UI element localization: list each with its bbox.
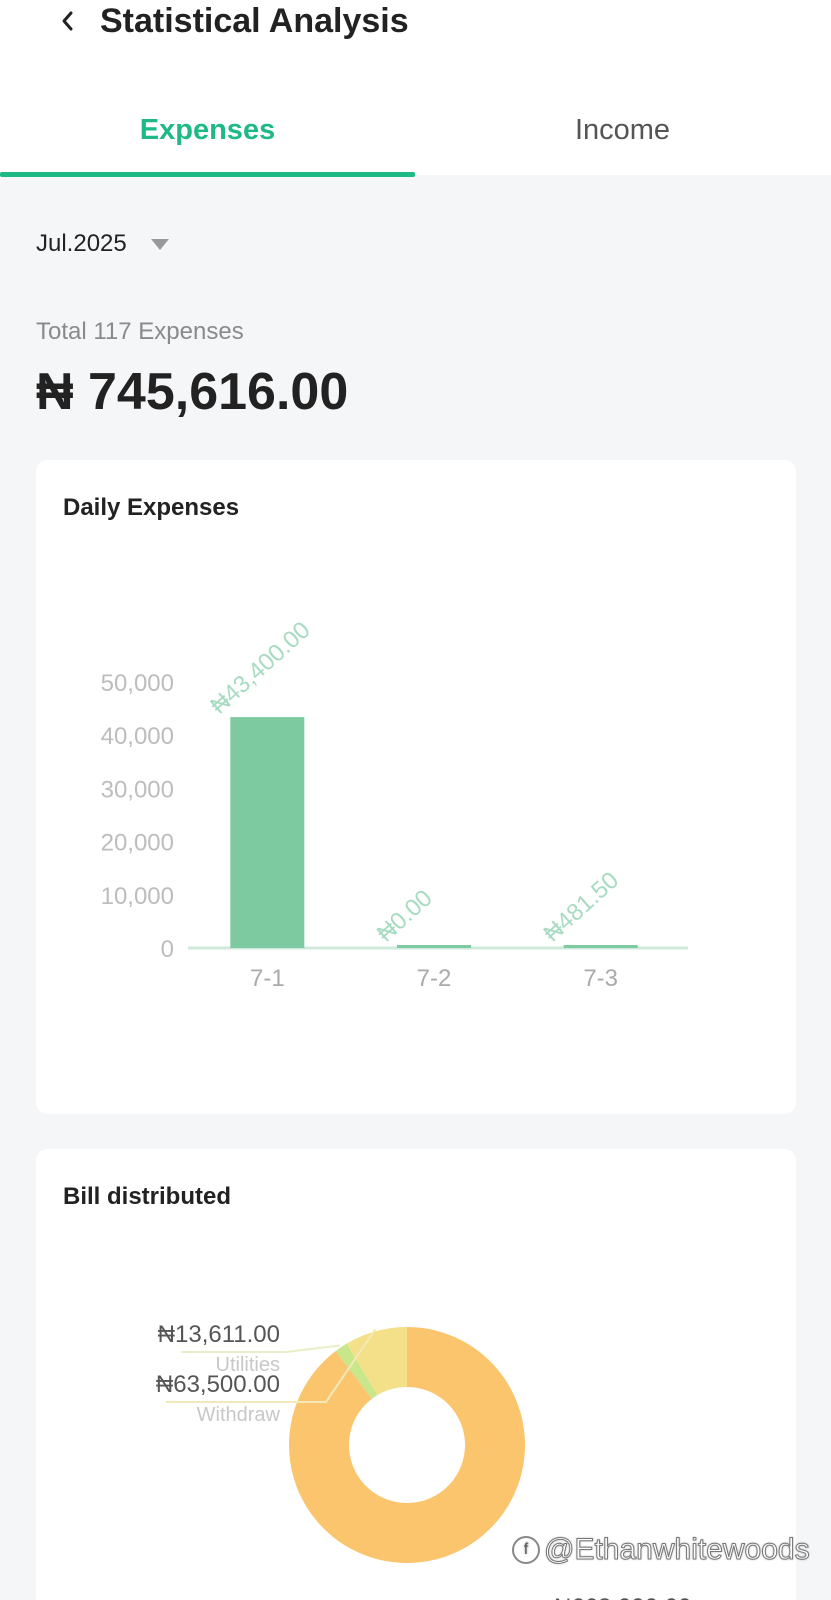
y-tick-label: 30,000 bbox=[101, 776, 174, 803]
bar-value-label: ₦0.00 bbox=[372, 885, 438, 948]
daily-expenses-chart: 50,000 40,000 30,000 20,000 10,000 0 7-1 ₦43,40… bbox=[101, 616, 688, 992]
bar-value-label: ₦43,400.00 bbox=[205, 616, 315, 719]
dropdown-arrow-icon bbox=[150, 238, 169, 250]
back-arrow-icon[interactable] bbox=[56, 2, 80, 38]
slice-name-label: Withdraw bbox=[197, 1404, 281, 1426]
watermark: f @Ethanwhitewoods bbox=[512, 1533, 810, 1567]
bar-7-2[interactable] bbox=[397, 945, 471, 948]
y-tick-label: 0 bbox=[161, 936, 174, 963]
tab-income[interactable]: Income bbox=[415, 108, 830, 152]
y-tick-label: 50,000 bbox=[101, 670, 174, 697]
month-selector[interactable]: Jul.2025 bbox=[36, 230, 169, 258]
active-tab-indicator bbox=[0, 172, 415, 177]
y-tick-label: 10,000 bbox=[101, 883, 174, 910]
slice-value-label: ₦63,500.00 bbox=[156, 1371, 280, 1398]
total-amount: ₦ 745,616.00 bbox=[36, 363, 349, 421]
bar-7-3[interactable] bbox=[563, 945, 638, 948]
x-tick-label: 7-2 bbox=[417, 965, 452, 992]
month-label: Jul.2025 bbox=[36, 230, 127, 257]
app-header: Statistical Analysis Expenses Income bbox=[0, 0, 831, 177]
slice-value-label: ₦668,090.00 bbox=[554, 1594, 691, 1600]
x-tick-label: 7-1 bbox=[250, 965, 285, 992]
total-count-label: Total 117 Expenses bbox=[36, 318, 244, 345]
tab-expenses[interactable]: Expenses bbox=[0, 108, 415, 152]
bar-value-label: ₦481.50 bbox=[539, 867, 625, 948]
y-tick-label: 40,000 bbox=[101, 723, 174, 750]
slice-value-label: ₦13,611.00 bbox=[158, 1321, 280, 1348]
daily-expenses-card: Daily Expenses 50,000 40,000 30,000 20,000 1… bbox=[36, 460, 796, 1114]
watermark-logo-icon: f bbox=[512, 1536, 540, 1564]
y-tick-label: 20,000 bbox=[101, 830, 174, 857]
watermark-text: @Ethanwhitewoods bbox=[544, 1533, 811, 1567]
x-tick-label: 7-3 bbox=[583, 965, 618, 992]
bar-7-1[interactable] bbox=[230, 717, 305, 948]
page-title: Statistical Analysis bbox=[100, 2, 409, 40]
